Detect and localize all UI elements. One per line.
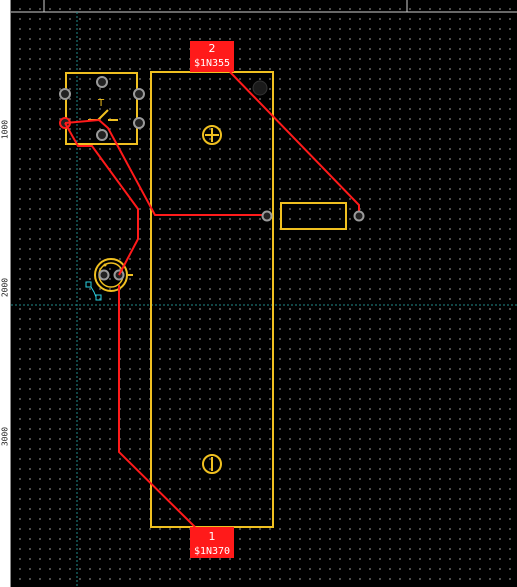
mounting-hole: [252, 80, 268, 96]
led-pad[interactable]: [98, 269, 110, 281]
pcb-layout[interactable]: T 2 $1N355 1 $1N370: [0, 0, 517, 587]
battery-component[interactable]: [150, 71, 274, 528]
switch-pad[interactable]: [59, 88, 71, 100]
switch-pad[interactable]: [96, 76, 108, 88]
selection-handle[interactable]: [95, 294, 102, 301]
resistor-pad-left[interactable]: [261, 210, 273, 222]
switch-pad[interactable]: [133, 117, 145, 129]
switch-symbol-line: [97, 109, 109, 121]
selection-handle[interactable]: [85, 281, 92, 288]
led-component[interactable]: [85, 258, 133, 301]
resistor-outline: [280, 202, 347, 230]
switch-pad[interactable]: [96, 129, 108, 141]
pad-2-number: 2: [209, 42, 216, 55]
led-marker: [103, 263, 107, 267]
selection-line: [90, 286, 97, 298]
trace-net-1n370[interactable]: [118, 285, 196, 528]
trace-net-1n355[interactable]: [229, 71, 360, 215]
terminal-pad-1[interactable]: 1 $1N370: [190, 527, 234, 558]
switch-pad[interactable]: [133, 88, 145, 100]
pad-2-net: $1N355: [194, 58, 230, 69]
resistor-pad-right[interactable]: [353, 210, 365, 222]
trace-switch-led[interactable]: [64, 122, 139, 276]
pad-1-number: 1: [209, 530, 216, 543]
pad-1-net: $1N370: [194, 546, 230, 557]
switch-marking: T: [97, 98, 105, 109]
switch-component[interactable]: T: [59, 72, 145, 145]
resistor-component[interactable]: [280, 202, 347, 230]
trace-switch-resistor[interactable]: [64, 118, 267, 216]
terminal-pad-2[interactable]: 2 $1N355: [190, 41, 234, 72]
